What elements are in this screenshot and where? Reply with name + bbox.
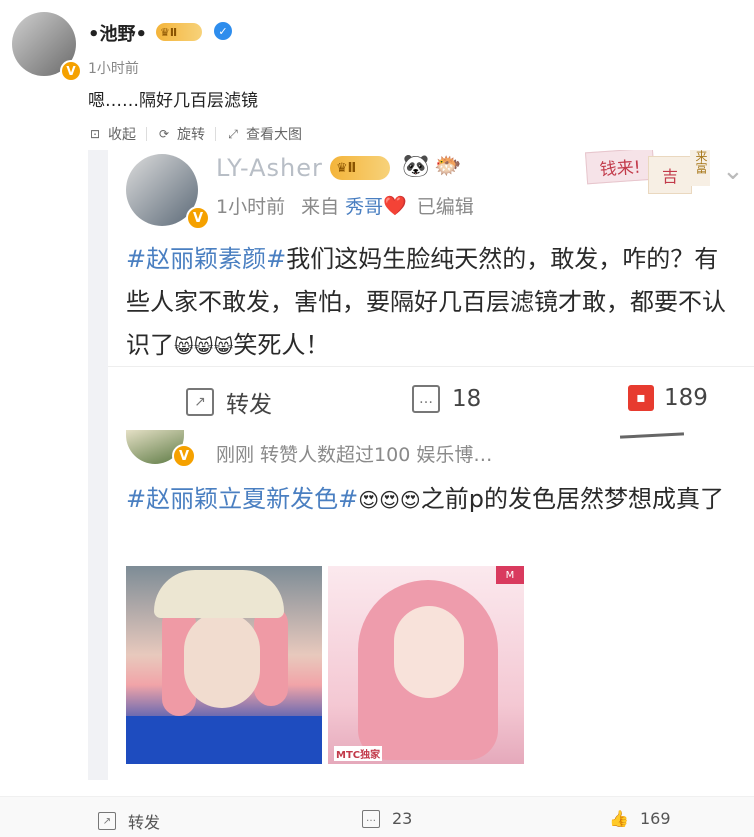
heart-icon: ❤️	[383, 195, 407, 217]
repost-header: V 刚刚 转赞人数超过100 娱乐博…	[126, 430, 736, 470]
embedded-post-text: #赵丽颖素颜#我们这妈生脸纯天然的，敢发，咋的？有些人家不敢发，害怕，要隔好几百…	[126, 238, 736, 369]
embedded-repost: ↗ 转发	[186, 385, 272, 419]
embedded-text-end: 笑死人！	[233, 331, 330, 359]
collapse-label: 收起	[108, 127, 136, 143]
red-packet-icon: ▪	[628, 385, 654, 411]
embedded-source: 秀哥	[345, 196, 384, 218]
embedded-hashtag: #赵丽颖素颜#	[126, 245, 287, 273]
embedded-comments: … 18	[412, 385, 481, 413]
toolbar-divider	[215, 127, 216, 141]
cat-emoji-icon: 😸😸😸	[174, 336, 234, 358]
comment-count: 23	[392, 809, 413, 828]
comment-button[interactable]: … 23	[362, 809, 412, 828]
view-large-label: 查看大图	[246, 127, 302, 143]
verified-v-badge-icon: V	[60, 60, 82, 82]
fortune-sticker-ji: 吉	[648, 156, 692, 194]
embedded-meta: 1小时前 来自 秀哥 ❤️ 已编辑	[216, 192, 474, 219]
repost-button[interactable]: ↗ 转发	[98, 809, 160, 833]
panda-icon: 🐼	[402, 154, 430, 179]
embedded-repost-label: 转发	[226, 392, 272, 418]
fortune-sticker: 钱来!	[584, 150, 656, 185]
like-count: 169	[640, 809, 671, 828]
collapse-button[interactable]: ⊡ 收起	[88, 124, 136, 144]
embedded-post-card: V LY-Asher ♛ Ⅱ 🐼 🐡 钱来! 吉 来富 ⌄ 1小时前 来自 秀哥…	[108, 150, 754, 780]
repost-body: 之前p的发色居然梦想成真了	[420, 485, 725, 513]
embedded-verified-v-icon: V	[186, 206, 210, 230]
embedded-like-count: 189	[664, 385, 708, 411]
rotate-label: 旋转	[177, 127, 205, 143]
photo-edited-portrait: M MTC独家	[328, 566, 524, 764]
view-large-icon: ⤢	[228, 127, 238, 141]
repost-text: #赵丽颖立夏新发色#😍😍😍之前p的发色居然梦想成真了	[126, 482, 736, 518]
toolbar-divider	[146, 127, 147, 141]
verified-check-icon[interactable]: ✓	[214, 22, 232, 40]
thumbs-up-icon: 👍	[609, 809, 629, 828]
embedded-time: 1小时前	[216, 196, 286, 218]
chevron-down-icon: ⌄	[722, 156, 744, 186]
comment-icon: …	[412, 385, 440, 413]
embedded-screenshot[interactable]: V LY-Asher ♛ Ⅱ 🐼 🐡 钱来! 吉 来富 ⌄ 1小时前 来自 秀哥…	[88, 150, 754, 780]
embedded-edited: 已编辑	[416, 196, 474, 218]
repost-meta: 刚刚 转赞人数超过100 娱乐博…	[216, 444, 493, 466]
post-time[interactable]: 1小时前	[88, 58, 139, 78]
embedded-likes: ▪ 189	[628, 385, 708, 411]
embedded-actions: ↗ 转发 … 18 ▪ 189	[108, 366, 754, 439]
watermark: MTC独家	[334, 746, 383, 761]
post-header: V •池野• ♛ Ⅱ ✓ 1小时前	[8, 8, 748, 88]
corner-logo-icon: M	[496, 566, 524, 584]
embedded-crown-level: Ⅱ	[347, 160, 357, 176]
repost-label: 转发	[128, 813, 161, 832]
photo-cap-selfie	[126, 566, 322, 764]
repost-icon: ↗	[98, 812, 116, 830]
rotate-button[interactable]: ⟳ 旋转	[157, 124, 205, 144]
embedded-comment-count: 18	[452, 386, 482, 412]
pufferfish-icon: 🐡	[434, 154, 462, 179]
crown-badge-icon[interactable]: ♛ Ⅱ	[156, 23, 202, 41]
comment-icon: …	[362, 809, 380, 828]
like-button[interactable]: 👍 169	[609, 809, 671, 828]
post-text: 嗯……隔好几百层滤镜	[88, 91, 258, 111]
fortune-sticker-fu: 来富	[690, 150, 710, 186]
embedded-from: 来自	[301, 196, 340, 218]
collapse-icon: ⊡	[89, 127, 101, 141]
embedded-author-name: LY-Asher	[216, 154, 323, 182]
view-large-button[interactable]: ⤢ 查看大图	[226, 124, 302, 144]
author-name[interactable]: •池野•	[88, 20, 147, 46]
repost-verified-v-icon: V	[172, 444, 196, 468]
repost-icon: ↗	[186, 388, 214, 416]
crown-level: Ⅱ	[169, 25, 178, 39]
rotate-icon: ⟳	[158, 127, 170, 141]
embedded-crown-badge-icon: ♛ Ⅱ	[330, 156, 390, 180]
pen-stroke	[619, 432, 685, 439]
heart-eyes-emoji-icon: 😍😍😍	[358, 488, 421, 512]
image-toolbar: ⊡ 收起 ⟳ 旋转 ⤢ 查看大图	[88, 124, 312, 144]
repost-hashtag: #赵丽颖立夏新发色#	[126, 485, 359, 513]
post-actions: ↗ 转发 … 23 👍 169	[0, 796, 754, 837]
